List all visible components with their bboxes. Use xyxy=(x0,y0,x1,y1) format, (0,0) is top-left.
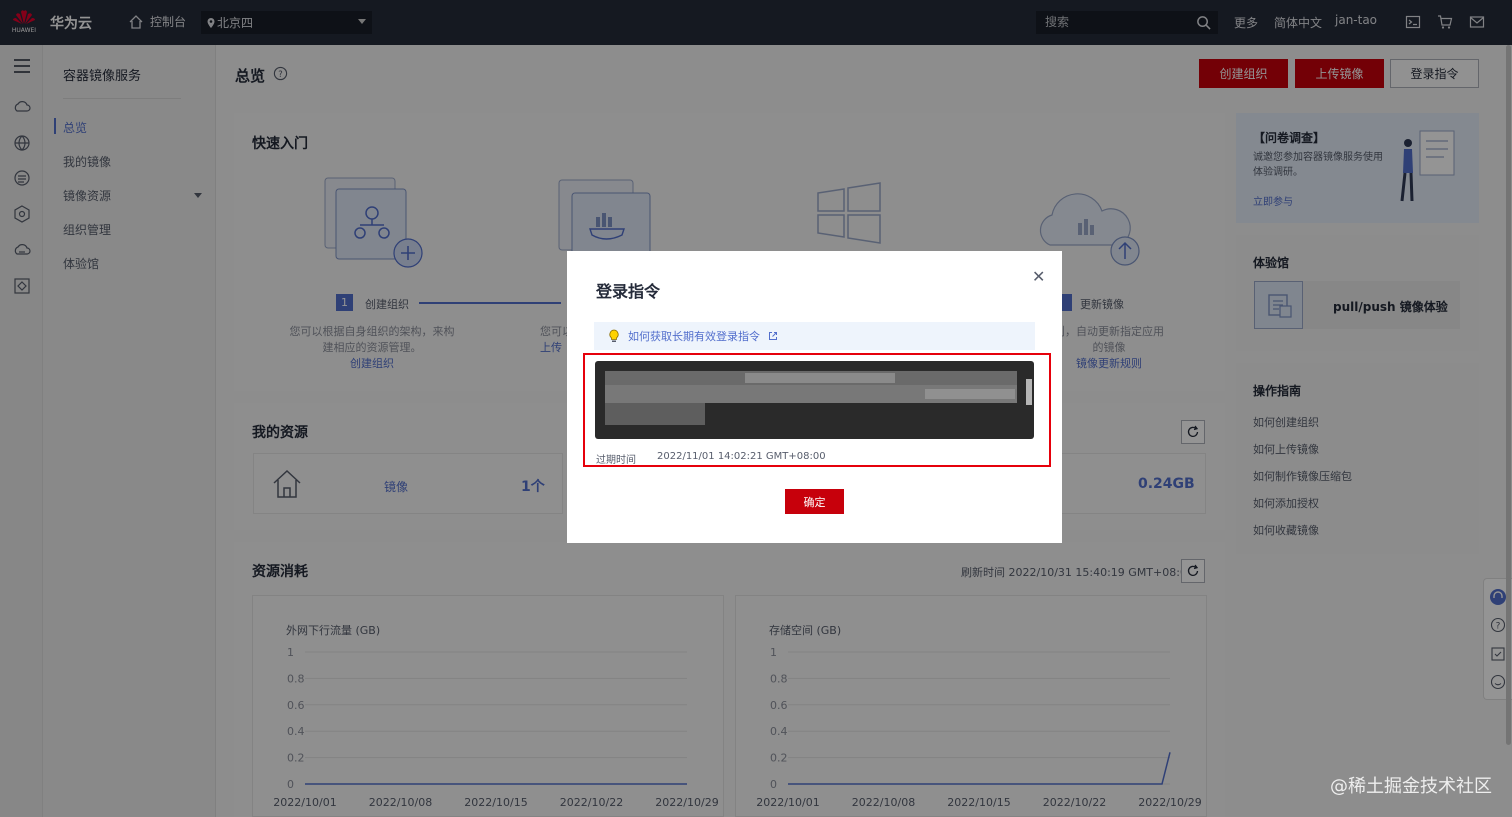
tip-link[interactable]: 如何获取长期有效登录指令 xyxy=(628,328,760,344)
long-term-command-tip[interactable]: 如何获取长期有效登录指令 xyxy=(594,322,1035,350)
watermark: @稀土掘金技术社区 xyxy=(1330,776,1492,797)
close-icon[interactable]: ✕ xyxy=(1032,267,1045,286)
confirm-button[interactable]: 确定 xyxy=(785,489,844,514)
dialog-title: 登录指令 xyxy=(596,282,661,301)
lightbulb-icon xyxy=(609,329,619,342)
highlight-annotation xyxy=(583,353,1051,467)
external-link-icon xyxy=(769,332,777,340)
